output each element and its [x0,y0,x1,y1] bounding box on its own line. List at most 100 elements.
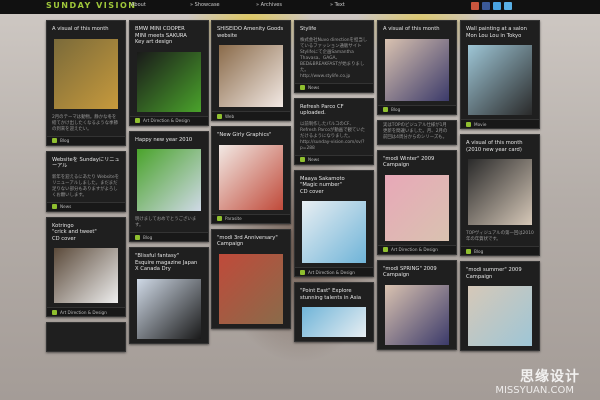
post-title[interactable]: "New Girly Graphics" [212,127,290,142]
post-thumbnail[interactable] [54,38,118,109]
post-thumbnail[interactable] [302,201,366,263]
watermark-url: MISSYUAN.COM [495,385,574,396]
category-label: Blog [391,107,401,112]
post-title[interactable]: A visual of this month [378,21,456,36]
post-category[interactable]: Art Direction & Design [130,115,208,125]
nav-showcase[interactable]: » Showcase [190,2,220,8]
site-logo[interactable]: SUNDAY VISION [46,1,137,10]
twitter-icon[interactable] [493,2,501,10]
post-title[interactable]: SHISEIDO Amenity Goods website [212,21,290,42]
post-thumbnail[interactable] [385,174,449,241]
post-title[interactable]: Happy new year 2010 [130,132,208,147]
post-card[interactable]: Maaya Sakamoto "Magic number" CD cover Ar… [294,169,374,277]
post-category[interactable]: Parasite [212,213,290,223]
category-icon [52,204,57,209]
post-category[interactable]: Art Direction & Design [47,307,125,316]
post-title[interactable]: Kotringo "crick and tweet" CD cover [47,218,125,246]
post-title[interactable]: "modi 3rd Anniversary" Campaign [212,230,290,251]
post-thumbnail[interactable] [54,248,118,303]
column-2: BMW MINI COOPER MINI meets SAKURA Key ar… [129,20,209,344]
post-title[interactable]: Refresh Parco CF uploaded. [295,99,373,120]
category-icon [217,216,222,221]
post-excerpt: 以前制作したパルコのCF、Refresh Parcoが動画で観ていただけるように… [300,121,366,151]
post-card[interactable]: "Point East" Explore stunning talents in… [294,282,374,342]
post-card[interactable]: Kotringo "crick and tweet" CD cover Art D… [46,216,126,317]
post-category[interactable]: Art Direction & Design [378,244,456,254]
post-thumbnail[interactable] [302,307,366,337]
post-title[interactable]: "modi Winter" 2009 Campaign [378,151,456,172]
post-card[interactable]: "Blissful fantasy" Esquire magazine Japa… [129,247,209,344]
category-icon [300,269,305,275]
category-icon [466,121,471,127]
post-card[interactable]: A visual of this month 2月のテーマは動物。静かな冬を経てか… [46,20,126,146]
post-thumbnail[interactable] [137,278,201,339]
vimeo-icon[interactable] [504,2,512,10]
category-icon [217,113,222,119]
nav-about[interactable]: About [131,2,146,8]
column-4: Stylife 株式会社Nuvo directionを担当しているファッション通販… [294,20,374,342]
post-thumbnail[interactable] [468,159,532,225]
post-title[interactable]: "modi summer" 2009 Campaign [461,262,539,283]
post-title[interactable]: A visual of this month (2010 new year ca… [461,135,539,156]
category-icon [383,247,388,252]
post-category[interactable]: News [47,201,125,211]
post-category[interactable]: Blog [378,104,456,114]
post-category[interactable]: News [295,82,373,92]
post-title[interactable]: Wall painting at a salon Mon Lou Lou in … [461,21,539,42]
post-title[interactable]: Maaya Sakamoto "Magic number" CD cover [295,171,373,199]
post-thumbnail[interactable] [137,149,201,211]
category-icon [300,157,305,162]
post-card[interactable]: Stylife 株式会社Nuvo directionを担当しているファッション通販… [294,20,374,93]
post-category[interactable]: Blog [461,246,539,255]
facebook-icon[interactable] [482,2,490,10]
post-card[interactable]: "modi SPRING" 2009 Campaign [377,259,457,350]
post-category[interactable]: Blog [130,232,208,241]
post-card[interactable]: SHISEIDO Amenity Goods website Web [211,20,291,121]
post-title[interactable]: "Point East" Explore stunning talents in… [295,283,373,304]
post-thumbnail[interactable] [219,253,283,324]
category-label: Art Direction & Design [391,247,438,252]
post-category[interactable]: Blog [47,135,125,145]
post-title[interactable]: "Blissful fantasy" Esquire magazine Japa… [130,248,208,276]
post-thumbnail[interactable] [137,51,201,112]
post-category[interactable]: News [295,154,373,164]
post-thumbnail[interactable] [468,45,532,115]
category-label: News [308,85,320,90]
post-title[interactable]: BMW MINI COOPER MINI meets SAKURA Key ar… [130,21,208,49]
post-thumbnail[interactable] [219,144,283,210]
category-icon [135,118,140,123]
nav-archives[interactable]: » Archives [256,2,282,8]
post-card[interactable]: Websiteを Sundayにリニューアル 新年を迎えるにあたり Website… [46,150,126,212]
top-navigation-bar: SUNDAY VISION About » Showcase » Archive… [0,0,600,14]
post-title[interactable]: Websiteを Sundayにリニューアル [47,152,125,173]
post-card[interactable] [46,322,126,352]
post-title[interactable]: A visual of this month [47,21,125,36]
post-thumbnail[interactable] [468,286,532,346]
post-title[interactable]: Stylife [295,21,373,36]
post-category[interactable]: Movie [461,119,539,128]
post-card[interactable]: A visual of this month Blog [377,20,457,115]
post-title[interactable]: "modi SPRING" 2009 Campaign [378,261,456,282]
category-label: Web [225,113,235,119]
post-thumbnail[interactable] [385,38,449,101]
post-card[interactable]: BMW MINI COOPER MINI meets SAKURA Key ar… [129,20,209,126]
post-thumbnail[interactable] [385,284,449,345]
post-category[interactable]: Web [212,111,290,120]
post-card[interactable]: "modi Winter" 2009 Campaign Art Direction… [377,149,457,255]
post-thumbnail[interactable] [219,45,283,107]
category-label: Art Direction & Design [143,118,190,123]
rss-icon[interactable] [471,2,479,10]
post-category[interactable]: Art Direction & Design [295,267,373,276]
category-label: Blog [60,138,70,143]
post-card[interactable]: Happy new year 2010 明けましておめでとうございます。 Blog [129,130,209,242]
post-card[interactable]: Wall painting at a salon Mon Lou Lou in … [460,20,540,129]
post-card[interactable]: A visual of this month (2010 new year ca… [460,134,540,256]
post-card[interactable]: Refresh Parco CF uploaded. 以前制作したパルコのCF、R… [294,97,374,165]
post-card[interactable]: 実はTOPのビジュアル仕様が1月更新を間違いました。月、2月の前回は4周分からの… [377,119,457,145]
post-excerpt: TOPヴィジュアルの第一回は2010年の年賀状です。 [466,231,534,242]
post-card[interactable]: "New Girly Graphics" Parasite [211,126,291,224]
watermark-logo: 思缘设计 [520,369,580,385]
post-card[interactable]: "modi summer" 2009 Campaign [460,261,540,351]
nav-text[interactable]: » Text [330,2,345,8]
post-card[interactable]: "modi 3rd Anniversary" Campaign [211,228,291,329]
